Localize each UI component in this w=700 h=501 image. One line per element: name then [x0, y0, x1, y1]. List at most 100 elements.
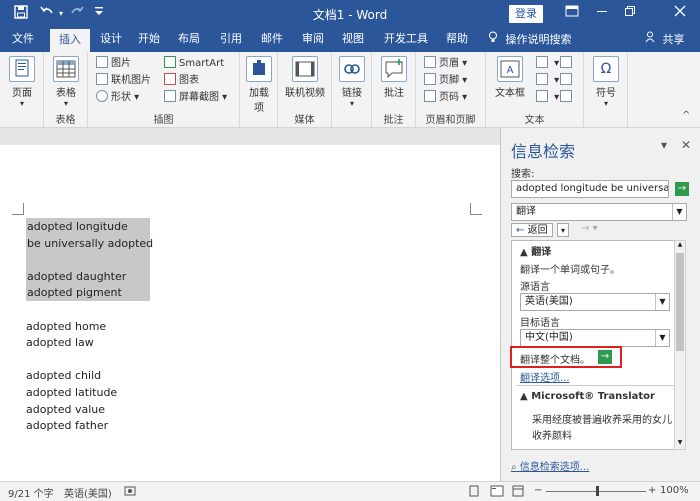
restore-icon[interactable]: [618, 2, 642, 26]
translate-hint: 翻译一个单词或句子。: [520, 265, 620, 276]
login-button[interactable]: 登录: [509, 5, 543, 23]
collapse-ribbon-icon[interactable]: ^: [682, 110, 690, 121]
research-options-link[interactable]: ⌕ 信息检索选项...: [511, 458, 589, 473]
group-illustrations-label: 插图: [153, 115, 174, 126]
object-button[interactable]: [560, 90, 575, 106]
pages-button[interactable]: 页面 ▾: [8, 56, 36, 108]
symbol-button[interactable]: Ω 符号 ▾: [592, 56, 620, 108]
footer-button[interactable]: 页脚 ▾: [424, 73, 467, 89]
web-layout-icon[interactable]: [512, 485, 524, 500]
document-line[interactable]: adopted latitude: [26, 384, 117, 401]
online-picture-label: 联机图片: [111, 75, 151, 86]
chart-button[interactable]: 图表: [164, 73, 199, 89]
page-number-label: 页码: [439, 92, 459, 103]
picture-label: 图片: [111, 58, 131, 69]
document-line[interactable]: be universally adopted: [26, 234, 153, 252]
search-go-button[interactable]: →: [675, 182, 689, 196]
textbox-label: 文本框: [495, 88, 525, 99]
source-language-label: 源语言: [520, 282, 550, 293]
links-label: 链接: [342, 88, 362, 99]
service-select[interactable]: 翻译 ▼: [511, 203, 687, 221]
tab-help[interactable]: 帮助: [440, 28, 474, 52]
title-bar: ▾ 文档1 - Word 登录: [0, 0, 700, 28]
zoom-out-icon[interactable]: −: [534, 485, 542, 496]
document-line[interactable]: adopted longitude: [26, 218, 150, 235]
document-line[interactable]: adopted pigment: [26, 284, 150, 302]
ribbon-display-icon[interactable]: [560, 2, 584, 26]
tab-insert[interactable]: 插入: [50, 28, 90, 52]
print-layout-icon[interactable]: [468, 485, 480, 500]
results-scrollbar[interactable]: ▲ ▼: [674, 240, 686, 450]
drop-cap-button[interactable]: ▾: [536, 90, 559, 106]
source-language-select[interactable]: 英语(美国) ▼: [520, 293, 670, 311]
pages-icon: [9, 56, 35, 82]
tell-me-search[interactable]: 操作说明搜索: [488, 31, 572, 49]
expand-icon: ▲: [520, 391, 528, 402]
textbox-button[interactable]: A 文本框: [490, 56, 530, 99]
smartart-button[interactable]: SmartArt: [164, 56, 224, 72]
table-button[interactable]: 表格 ▾: [52, 56, 80, 108]
search-input[interactable]: adopted longitude be universal: [511, 180, 669, 198]
pane-options-icon[interactable]: ▾: [661, 138, 667, 152]
document-page[interactable]: adopted longitude be universally adopted a…: [0, 145, 500, 481]
tab-layout[interactable]: 布局: [172, 28, 206, 52]
document-line[interactable]: adopted child: [26, 367, 101, 384]
translation-options-link[interactable]: 翻译选项...: [520, 369, 570, 384]
scroll-up-icon[interactable]: ▲: [675, 241, 685, 251]
screenshot-button[interactable]: 屏幕截图 ▾: [164, 90, 227, 106]
zoom-in-icon[interactable]: +: [648, 485, 656, 496]
provider-header[interactable]: ▲ Microsoft® Translator: [520, 391, 655, 402]
addins-button[interactable]: 加载 项: [245, 56, 273, 114]
back-button[interactable]: ← 返回: [511, 223, 553, 237]
header-button[interactable]: 页眉 ▾: [424, 56, 467, 72]
group-symbols: Ω 符号 ▾: [584, 52, 628, 128]
translation-result-line-1: 采用经度被普遍收养采用的女儿: [532, 415, 672, 426]
quick-parts-button[interactable]: ▾: [536, 56, 559, 72]
document-line[interactable]: adopted home: [26, 318, 106, 335]
comment-button[interactable]: 批注: [380, 56, 408, 99]
document-line[interactable]: adopted father: [26, 417, 108, 434]
signature-line-button[interactable]: [560, 56, 575, 72]
chart-label: 图表: [179, 75, 199, 86]
minimize-icon[interactable]: [590, 2, 614, 26]
ribbon-tabs: 文件 插入 设计 开始 布局 引用 邮件 审阅 视图 开发工具 帮助 操作说明搜…: [0, 28, 700, 52]
document-line[interactable]: adopted daughter: [26, 267, 150, 285]
close-icon[interactable]: [668, 2, 692, 26]
tab-view[interactable]: 视图: [336, 28, 370, 52]
language-status[interactable]: 英语(美国): [64, 485, 112, 500]
back-dropdown-icon[interactable]: ▾: [557, 223, 569, 237]
target-language-select[interactable]: 中文(中国) ▼: [520, 329, 670, 347]
document-line[interactable]: adopted value: [26, 401, 105, 418]
scroll-down-icon[interactable]: ▼: [675, 439, 685, 449]
online-picture-button[interactable]: 联机图片: [96, 73, 151, 89]
page-number-button[interactable]: 页码 ▾: [424, 90, 467, 106]
scroll-thumb[interactable]: [676, 253, 684, 351]
zoom-level[interactable]: 100%: [660, 485, 689, 496]
tab-developer[interactable]: 开发工具: [378, 28, 434, 52]
share-button[interactable]: 共享: [645, 31, 685, 49]
tab-references[interactable]: 引用: [214, 28, 248, 52]
pane-close-icon[interactable]: ✕: [681, 138, 691, 152]
table-dropdown-icon: ▾: [63, 99, 68, 108]
read-mode-icon[interactable]: [490, 485, 504, 500]
picture-button[interactable]: 图片: [96, 56, 131, 72]
document-line[interactable]: adopted law: [26, 334, 94, 351]
tab-review[interactable]: 审阅: [296, 28, 330, 52]
zoom-slider-thumb[interactable]: [596, 486, 599, 496]
translation-section-header[interactable]: ▲ 翻译: [520, 243, 551, 258]
crop-mark-right: [470, 203, 482, 215]
date-time-button[interactable]: [560, 73, 575, 89]
document-line[interactable]: [26, 251, 150, 269]
links-button[interactable]: 链接 ▾: [338, 56, 366, 108]
tab-file[interactable]: 文件: [6, 28, 40, 52]
macro-record-icon[interactable]: [124, 485, 136, 500]
online-video-button[interactable]: 联机视频: [282, 56, 328, 99]
tab-mailings[interactable]: 邮件: [255, 28, 289, 52]
object-icon: [560, 90, 572, 102]
smartart-icon: [164, 56, 176, 68]
tab-home[interactable]: 开始: [132, 28, 166, 52]
shapes-button[interactable]: 形状 ▾: [96, 90, 139, 106]
wordart-button[interactable]: ▾: [536, 73, 559, 89]
word-count[interactable]: 9/21 个字: [8, 485, 54, 500]
tab-design[interactable]: 设计: [94, 28, 128, 52]
